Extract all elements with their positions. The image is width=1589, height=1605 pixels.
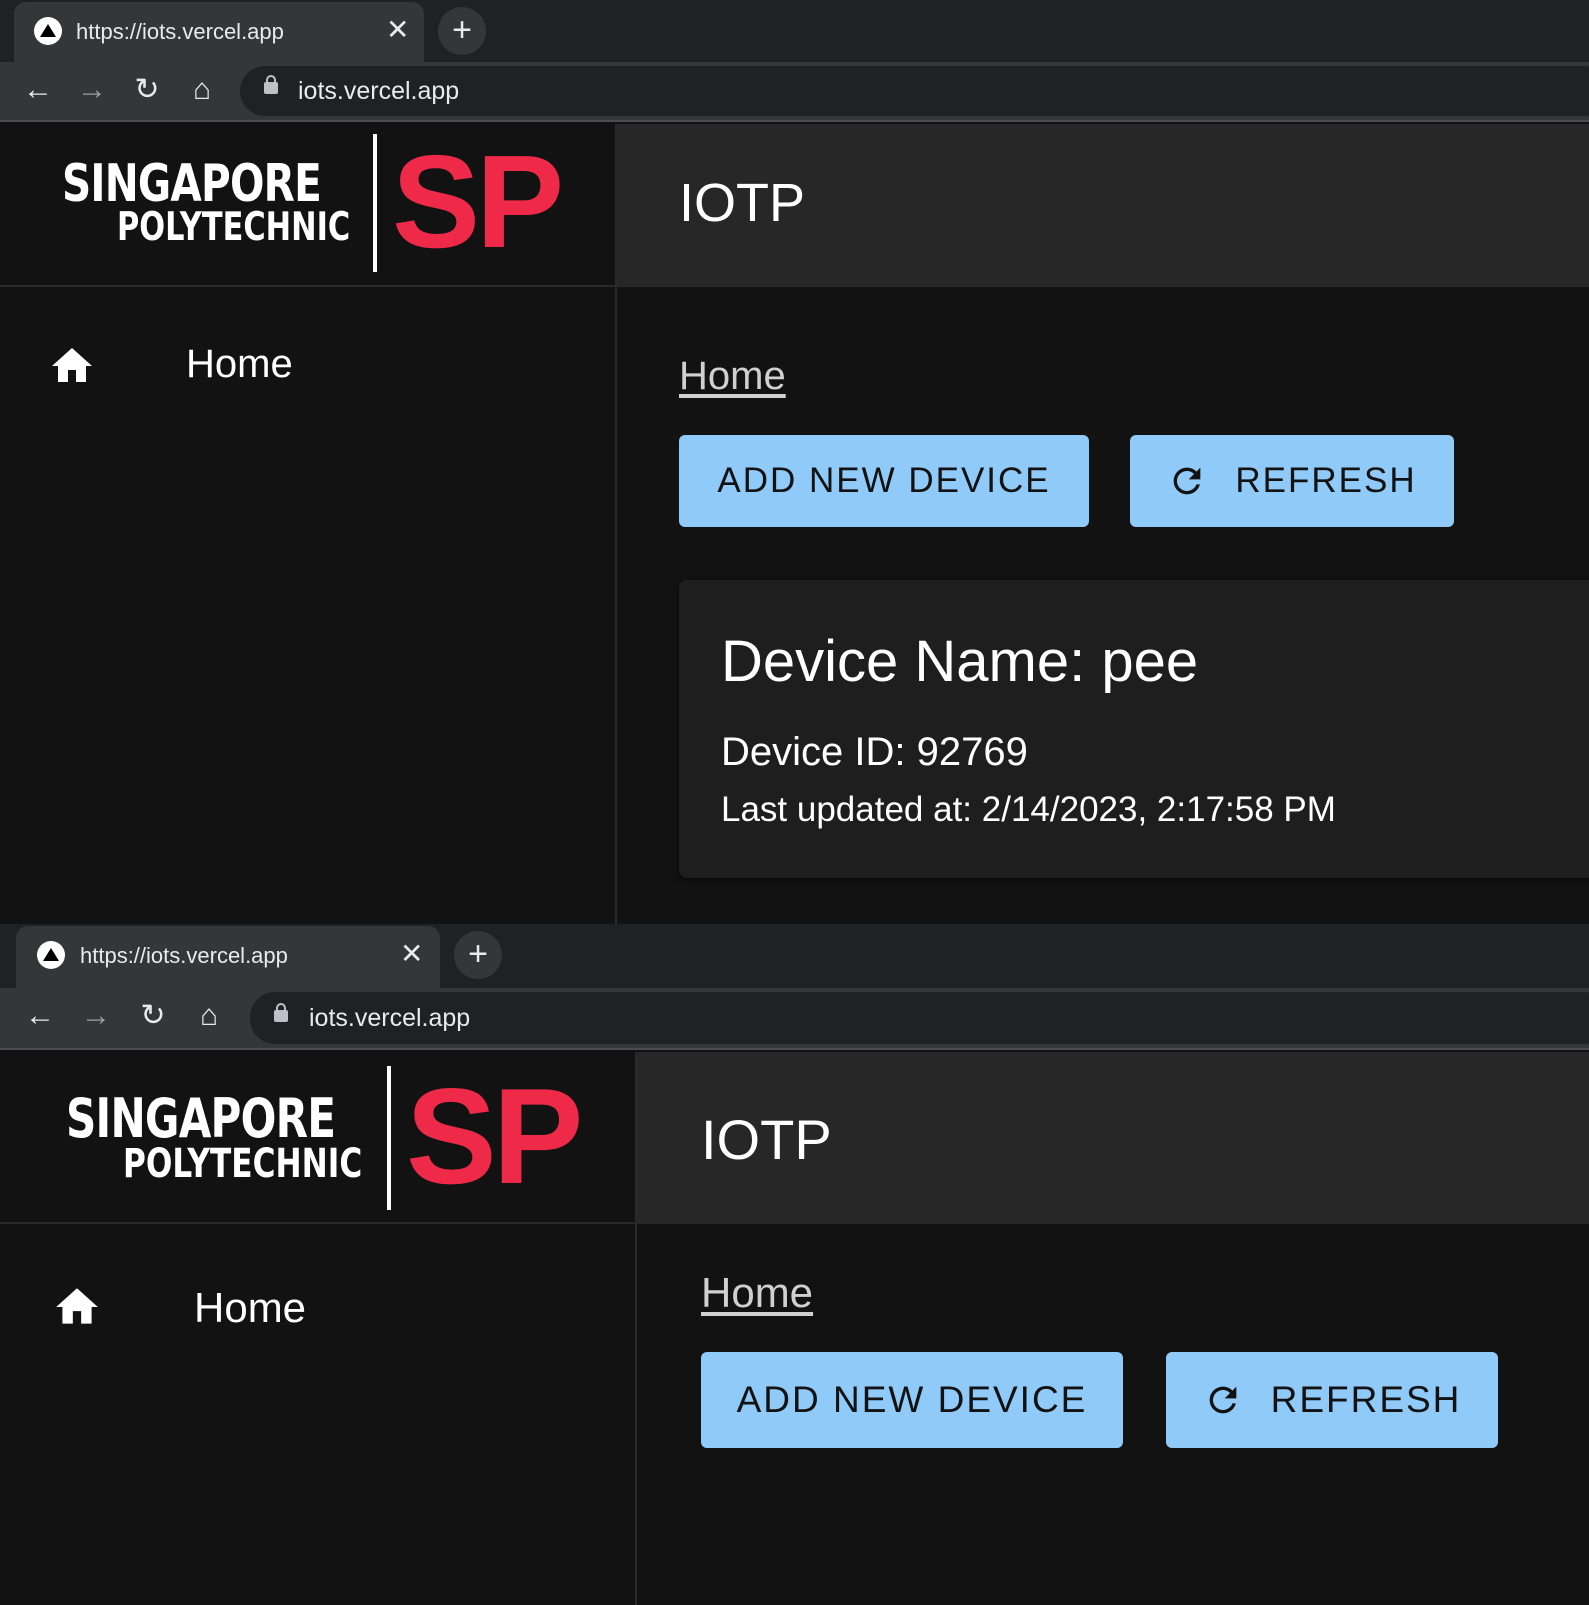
address-bar[interactable]: iots.vercel.app bbox=[250, 992, 1589, 1044]
add-new-device-button[interactable]: ADD NEW DEVICE bbox=[679, 435, 1089, 527]
forward-icon[interactable]: → bbox=[74, 994, 118, 1038]
refresh-button[interactable]: REFRESH bbox=[1166, 1352, 1498, 1448]
logo-area: SINGAPORE POLYTECHNIC SP bbox=[0, 1052, 635, 1224]
app-bar: IOTP bbox=[617, 124, 1589, 287]
logo-mark: SP bbox=[406, 1060, 583, 1212]
device-id: Device ID: 92769 bbox=[721, 730, 1028, 774]
logo-divider bbox=[373, 134, 377, 272]
logo-line2: POLYTECHNIC bbox=[123, 1141, 363, 1187]
reload-icon[interactable]: ↻ bbox=[125, 68, 169, 112]
add-new-device-button[interactable]: ADD NEW DEVICE bbox=[701, 1352, 1123, 1448]
refresh-label: REFRESH bbox=[1235, 461, 1417, 500]
browser-tabstrip: https://iots.vercel.app ✕ + bbox=[0, 924, 1589, 988]
app-title: IOTP bbox=[701, 1108, 832, 1171]
close-tab-icon[interactable]: ✕ bbox=[400, 939, 423, 969]
browser-toolbar: ← → ↻ ⌂ iots.vercel.app bbox=[0, 988, 1589, 1050]
add-new-device-label: ADD NEW DEVICE bbox=[736, 1379, 1088, 1420]
new-tab-button[interactable]: + bbox=[438, 7, 486, 55]
app-bar: IOTP bbox=[637, 1052, 1589, 1224]
address-url: iots.vercel.app bbox=[298, 77, 460, 105]
sidebar: SINGAPORE POLYTECHNIC SP Home bbox=[0, 124, 617, 924]
browser-toolbar: ← → ↻ ⌂ iots.vercel.app bbox=[0, 62, 1589, 122]
home-icon bbox=[56, 1288, 98, 1324]
refresh-label: REFRESH bbox=[1270, 1379, 1462, 1420]
new-tab-button[interactable]: + bbox=[454, 931, 502, 979]
sidebar-item-home[interactable]: Home bbox=[0, 1282, 635, 1372]
refresh-icon bbox=[1174, 467, 1201, 495]
home-icon bbox=[52, 348, 92, 382]
browser-tab[interactable]: https://iots.vercel.app ✕ bbox=[16, 926, 440, 988]
sidebar-item-label: Home bbox=[194, 1284, 307, 1331]
lock-icon bbox=[264, 75, 278, 94]
logo-line1: SINGAPORE bbox=[66, 1087, 336, 1150]
refresh-icon bbox=[1209, 1386, 1236, 1414]
screenshot-bottom: https://iots.vercel.app ✕ + ← → ↻ ⌂ iots… bbox=[0, 924, 1589, 1605]
screenshot-top: https://iots.vercel.app ✕ + ← → ↻ ⌂ iots… bbox=[0, 0, 1589, 924]
logo-mark: SP bbox=[392, 128, 564, 275]
back-icon[interactable]: ← bbox=[16, 68, 60, 112]
tab-title: https://iots.vercel.app bbox=[76, 19, 284, 44]
logo-line1: SINGAPORE bbox=[62, 154, 322, 214]
device-last-updated: Last updated at: 2/14/2023, 2:17:58 PM bbox=[721, 790, 1336, 829]
tab-title: https://iots.vercel.app bbox=[80, 943, 288, 968]
vercel-favicon-icon bbox=[34, 17, 62, 45]
browser-home-icon[interactable]: ⌂ bbox=[187, 994, 231, 1038]
vercel-favicon-icon bbox=[37, 941, 65, 969]
refresh-button[interactable]: REFRESH bbox=[1130, 435, 1454, 527]
close-tab-icon[interactable]: ✕ bbox=[386, 15, 409, 45]
device-name: Device Name: pee bbox=[721, 629, 1199, 694]
address-url: iots.vercel.app bbox=[309, 1004, 471, 1032]
address-bar[interactable]: iots.vercel.app bbox=[240, 66, 1589, 116]
sidebar-item-label: Home bbox=[186, 342, 293, 386]
add-new-device-label: ADD NEW DEVICE bbox=[717, 461, 1051, 500]
back-icon[interactable]: ← bbox=[18, 994, 62, 1038]
device-card: Device Name: pee Device ID: 92769 Last u… bbox=[679, 580, 1589, 878]
browser-tabstrip: https://iots.vercel.app ✕ + bbox=[0, 0, 1589, 62]
reload-icon[interactable]: ↻ bbox=[131, 994, 175, 1038]
logo-line2: POLYTECHNIC bbox=[117, 205, 351, 250]
logo-divider bbox=[387, 1066, 391, 1210]
breadcrumb-home-link[interactable]: Home bbox=[679, 354, 786, 399]
browser-home-icon[interactable]: ⌂ bbox=[180, 68, 224, 112]
breadcrumb-home-link[interactable]: Home bbox=[701, 1269, 813, 1317]
app-title: IOTP bbox=[679, 173, 806, 233]
forward-icon[interactable]: → bbox=[70, 68, 114, 112]
browser-tab[interactable]: https://iots.vercel.app ✕ bbox=[14, 2, 424, 62]
logo-area: SINGAPORE POLYTECHNIC SP bbox=[0, 124, 615, 287]
sidebar: SINGAPORE POLYTECHNIC SP Home bbox=[0, 1052, 637, 1605]
sidebar-item-home[interactable]: Home bbox=[0, 342, 615, 432]
lock-icon bbox=[274, 1003, 288, 1022]
